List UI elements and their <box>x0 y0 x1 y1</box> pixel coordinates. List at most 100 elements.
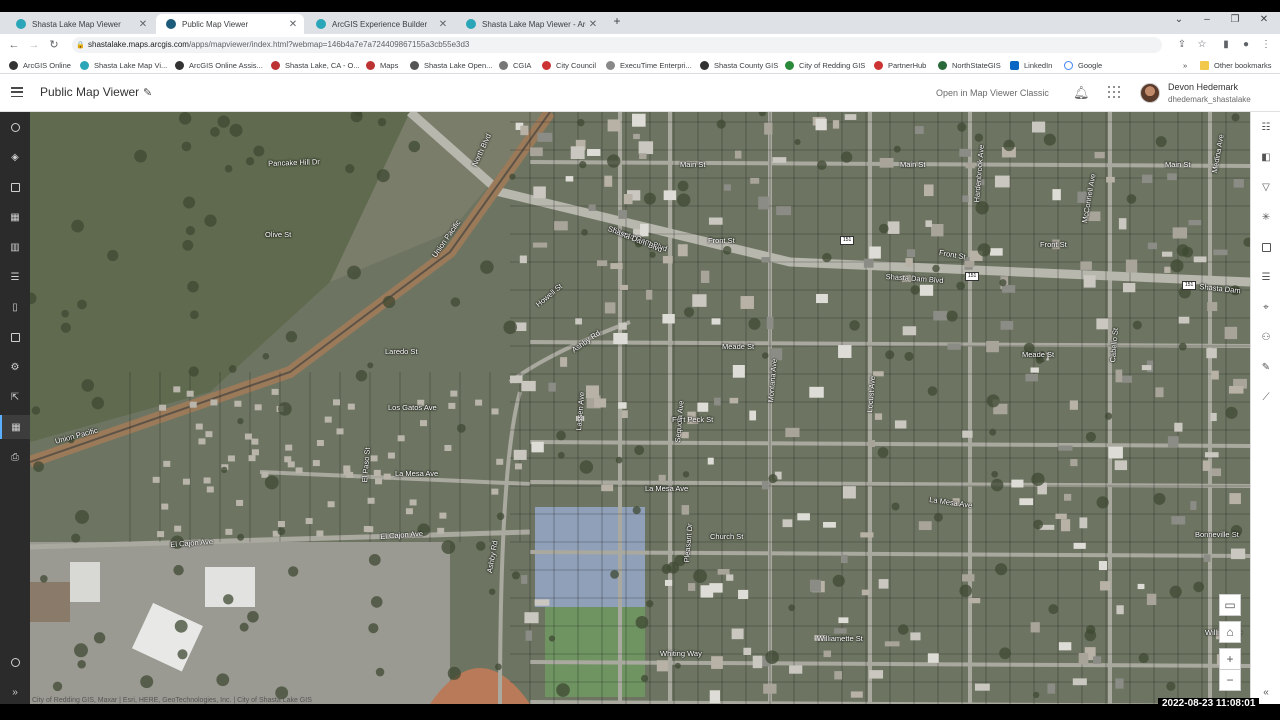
house-roof <box>1096 318 1109 330</box>
add-layer-icon[interactable] <box>0 115 30 139</box>
measure-icon[interactable]: ⟋ <box>1251 385 1280 409</box>
user-name[interactable]: Devon Hedemark <box>1168 82 1238 92</box>
open-classic-link[interactable]: Open in Map Viewer Classic <box>936 88 1049 98</box>
other-bookmarks[interactable]: Other bookmarks <box>1200 59 1272 71</box>
labels-icon[interactable]: ⌖ <box>1251 295 1280 319</box>
browser-tab[interactable]: Shasta Lake Map Viewer - ArcGIS ✕ <box>456 14 604 34</box>
reload-icon[interactable]: ↻ <box>47 38 61 52</box>
tables-icon[interactable] <box>0 175 30 199</box>
profile-icon[interactable]: ● <box>1240 39 1252 50</box>
tree-canopy <box>74 643 88 658</box>
side-panel-icon[interactable]: ▮ <box>1220 39 1232 50</box>
bookmarks-overflow-icon[interactable]: » <box>1183 59 1187 71</box>
styles-icon[interactable]: ◧ <box>1251 145 1280 169</box>
bookmark-item[interactable]: Shasta Lake, CA - O... <box>271 59 360 71</box>
bookmark-item[interactable]: ArcGIS Online <box>9 59 71 71</box>
forward-icon[interactable]: → <box>27 38 41 52</box>
filter-icon[interactable]: ▽ <box>1251 175 1280 199</box>
bookmark-item[interactable]: City of Redding GIS <box>785 59 865 71</box>
settings-icon[interactable]: ⚙ <box>0 355 30 379</box>
screen-icon[interactable]: ▭ <box>1219 594 1241 616</box>
properties-icon[interactable]: ☷ <box>1251 115 1280 139</box>
tab-search-icon[interactable]: ⌄ <box>1172 14 1186 25</box>
fields-icon[interactable]: ☰ <box>1251 265 1280 289</box>
bookmark-item[interactable]: NorthStateGIS <box>938 59 1001 71</box>
url-field[interactable]: shastalake.maps.arcgis.com/apps/mapviewe… <box>72 37 1162 53</box>
share-icon[interactable]: ⇪ <box>1176 39 1188 50</box>
browser-tab-active[interactable]: Public Map Viewer ✕ <box>156 14 304 34</box>
tree-canopy <box>61 309 69 318</box>
home-icon[interactable]: ⌂ <box>1219 621 1241 643</box>
close-tab-icon[interactable]: ✕ <box>136 19 150 30</box>
zoom-out-icon[interactable]: − <box>1219 669 1241 691</box>
house-roof <box>1058 445 1073 451</box>
house-roof <box>610 263 623 270</box>
save-icon[interactable] <box>0 325 30 349</box>
tree-canopy <box>496 512 505 521</box>
bookmark-star-icon[interactable]: ☆ <box>1196 39 1208 50</box>
house-roof <box>1052 189 1061 201</box>
create-app-icon[interactable]: ▦ <box>0 415 30 439</box>
bookmark-item[interactable]: Shasta County GIS <box>700 59 778 71</box>
house-roof <box>918 521 932 531</box>
bookmark-item[interactable]: City Council <box>542 59 596 71</box>
avatar[interactable] <box>1140 83 1160 103</box>
bookmark-item[interactable]: Shasta Lake Map Vi... <box>80 59 167 71</box>
close-tab-icon[interactable]: ✕ <box>286 19 300 30</box>
house-roof <box>285 444 293 451</box>
back-icon[interactable]: ← <box>7 38 21 52</box>
bookmark-item[interactable]: LinkedIn <box>1010 59 1052 71</box>
layers-icon[interactable]: ◈ <box>0 145 30 169</box>
print-icon[interactable]: ⎙ <box>0 445 30 469</box>
effects-icon[interactable]: ✳ <box>1251 205 1280 229</box>
expand-toolbar-icon[interactable]: » <box>0 680 30 704</box>
browser-tab[interactable]: ArcGIS Experience Builder ✕ <box>306 14 454 34</box>
forms-icon[interactable]: ⚇ <box>1251 325 1280 349</box>
house-roof <box>656 660 669 672</box>
bookmark-item[interactable]: Maps <box>366 59 398 71</box>
more-menu-icon[interactable]: ⋮ <box>1260 39 1272 50</box>
tree-canopy <box>204 214 217 227</box>
lock-icon[interactable]: 🔒 <box>76 41 85 49</box>
bookmark-item[interactable]: Google <box>1064 59 1102 71</box>
bookmark-item[interactable]: ExecuTime Enterpri... <box>606 59 692 71</box>
legend-icon[interactable]: ☰ <box>0 265 30 289</box>
maximize-icon[interactable]: ❐ <box>1228 14 1242 25</box>
tree-canopy <box>368 553 381 566</box>
minimize-icon[interactable]: – <box>1200 14 1214 25</box>
hamburger-menu-icon[interactable] <box>11 87 23 98</box>
bookmark-item[interactable]: CGIA <box>499 59 531 71</box>
house-roof <box>1212 468 1222 477</box>
tab-title: Public Map Viewer <box>182 19 249 29</box>
house-roof <box>565 176 574 182</box>
house-roof <box>623 194 633 205</box>
bookmark-item[interactable]: ArcGIS Online Assis... <box>175 59 263 71</box>
tree-canopy <box>140 675 154 689</box>
edit-title-icon[interactable]: ✎ <box>143 86 152 99</box>
browser-tab-bar: Shasta Lake Map Viewer ✕ Public Map View… <box>0 12 1280 34</box>
house-roof <box>244 433 252 440</box>
house-roof <box>986 340 999 353</box>
charts-icon[interactable]: ▥ <box>0 235 30 259</box>
new-tab-icon[interactable]: + <box>610 14 624 28</box>
close-window-icon[interactable]: ✕ <box>1257 14 1271 25</box>
house-roof <box>316 530 324 537</box>
app-launcher-icon[interactable] <box>1108 86 1120 98</box>
sketch-icon[interactable]: ✎ <box>1251 355 1280 379</box>
popups-icon[interactable] <box>1251 235 1280 259</box>
basemap-icon[interactable]: ▦ <box>0 205 30 229</box>
zoom-in-icon[interactable]: + <box>1219 648 1241 670</box>
bookmarks-icon[interactable]: ▯ <box>0 295 30 319</box>
bookmark-item[interactable]: Shasta Lake Open... <box>410 59 492 71</box>
notifications-bell-icon[interactable]: 🔔︎ <box>1073 85 1090 101</box>
browser-tab[interactable]: Shasta Lake Map Viewer ✕ <box>6 14 154 34</box>
help-icon[interactable] <box>0 650 30 674</box>
house-roof <box>823 521 836 528</box>
close-tab-icon[interactable]: ✕ <box>586 19 600 30</box>
map-view[interactable]: Pancake Hill Dr North Blvd Olive St Union P… <box>30 112 1250 704</box>
house-roof <box>860 532 874 538</box>
house-roof <box>1141 365 1152 371</box>
close-tab-icon[interactable]: ✕ <box>436 19 450 30</box>
bookmark-item[interactable]: PartnerHub <box>874 59 926 71</box>
share-map-icon[interactable]: ⇱ <box>0 385 30 409</box>
